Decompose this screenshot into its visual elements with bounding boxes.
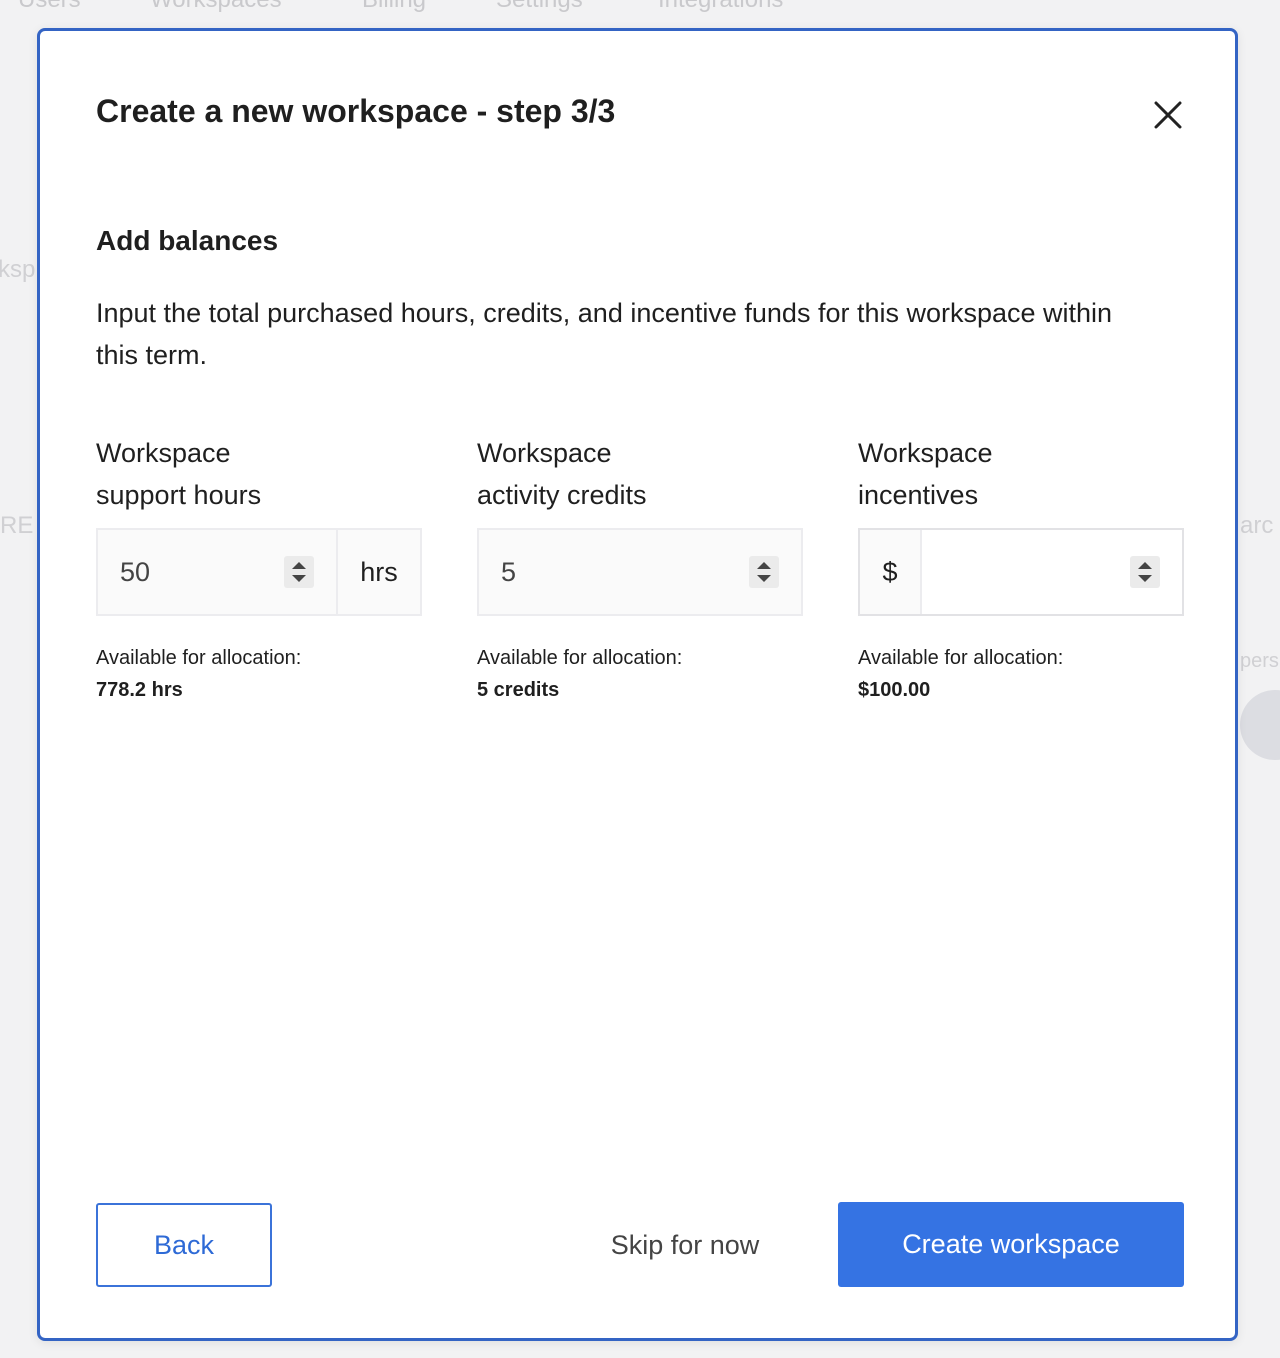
skip-for-now-button[interactable]: Skip for now xyxy=(580,1203,790,1287)
spinner-arrows-icon xyxy=(757,562,771,582)
create-workspace-button[interactable]: Create workspace xyxy=(838,1202,1184,1287)
support-hours-input[interactable]: 50 xyxy=(98,530,336,614)
incentives-label: Workspace incentives xyxy=(858,438,993,510)
incentives-spinner[interactable] xyxy=(1130,556,1160,588)
incentives-input-group: $ xyxy=(858,528,1184,616)
activity-credits-spinner[interactable] xyxy=(749,556,779,588)
activity-credits-available-value: 5 credits xyxy=(477,679,560,701)
incentives-input[interactable] xyxy=(922,530,1182,614)
bg-avatar xyxy=(1240,690,1280,760)
support-hours-spinner[interactable] xyxy=(284,556,314,588)
section-description: Input the total purchased hours, credits… xyxy=(96,298,1113,370)
support-hours-availability: Available for allocation: 778.2 hrs xyxy=(96,642,422,706)
incentives-field: Workspace incentives $ Available for all… xyxy=(858,432,1184,706)
bg-nav-workspaces: Workspaces xyxy=(150,0,282,14)
support-hours-available-value: 778.2 hrs xyxy=(96,679,183,701)
spinner-arrows-icon xyxy=(292,562,306,582)
bg-fragment: arc xyxy=(1240,512,1274,539)
bg-nav-users: Users xyxy=(18,0,81,14)
bg-nav-settings: Settings xyxy=(496,0,583,14)
close-button[interactable] xyxy=(1148,95,1188,135)
support-hours-field: Workspace support hours 50 hrs Available… xyxy=(96,432,422,706)
incentives-availability: Available for allocation: $100.00 xyxy=(858,642,1184,706)
section-title: Add balances xyxy=(96,225,279,256)
activity-credits-availability: Available for allocation: 5 credits xyxy=(477,642,803,706)
close-icon xyxy=(1154,101,1182,129)
activity-credits-input[interactable]: 5 xyxy=(479,530,801,614)
bg-fragment: ksp xyxy=(0,256,36,283)
incentives-available-value: $100.00 xyxy=(858,679,931,701)
support-hours-label: Workspace support hours xyxy=(96,438,262,510)
background-nav: Users Workspaces Billing Settings Integr… xyxy=(0,0,1280,26)
support-hours-value: 50 xyxy=(120,556,151,587)
bg-nav-billing: Billing xyxy=(362,0,426,14)
bg-nav-integrations: Integrations xyxy=(658,0,783,14)
modal-title: Create a new workspace - step 3/3 xyxy=(96,93,616,129)
spinner-arrows-icon xyxy=(1138,562,1152,582)
activity-credits-label: Workspace activity credits xyxy=(477,438,647,510)
activity-credits-input-group: 5 xyxy=(477,528,803,616)
back-button[interactable]: Back xyxy=(96,1203,272,1287)
create-workspace-modal: Create a new workspace - step 3/3 Add ba… xyxy=(37,28,1238,1341)
support-hours-unit: hrs xyxy=(336,530,420,614)
currency-prefix: $ xyxy=(860,530,922,614)
support-hours-input-group: 50 hrs xyxy=(96,528,422,616)
bg-fragment: RE xyxy=(0,512,34,539)
activity-credits-value: 5 xyxy=(501,556,517,587)
bg-fragment: pers xyxy=(1240,650,1279,672)
activity-credits-field: Workspace activity credits 5 Available f… xyxy=(477,432,803,706)
